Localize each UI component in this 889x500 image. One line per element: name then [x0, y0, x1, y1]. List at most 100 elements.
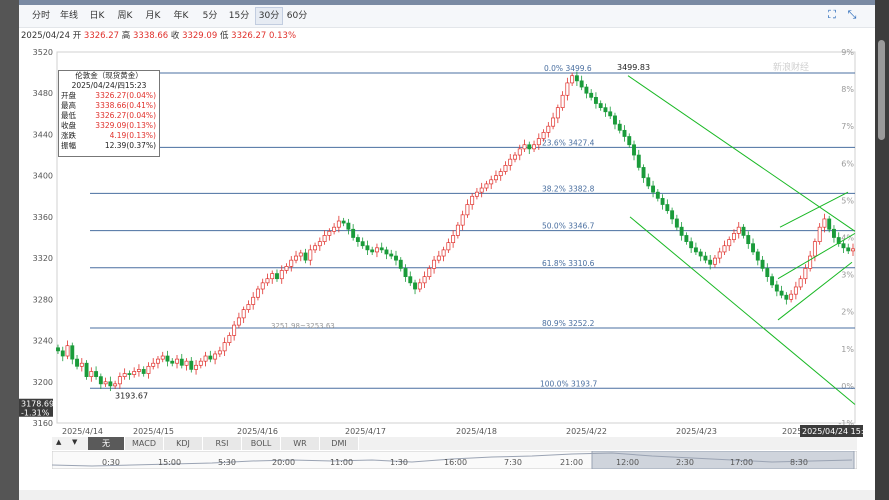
y-tick-label: 3480: [33, 89, 53, 98]
candle-body: [832, 228, 836, 238]
y-tick-label: 3240: [33, 337, 53, 346]
pct-tick-label: 0%: [841, 382, 854, 391]
candle-body: [632, 144, 636, 156]
candle-body: [89, 371, 94, 377]
candle-body: [755, 251, 760, 261]
y-tick-label: 3440: [33, 130, 53, 139]
candle-body: [56, 347, 60, 352]
candle-body: [108, 381, 113, 387]
info-row-label: 最高: [61, 101, 76, 110]
candle-body: [336, 220, 341, 228]
candle-body: [403, 268, 408, 278]
candle-body: [674, 218, 679, 228]
candle-body: [370, 249, 375, 253]
indicator-rsi[interactable]: RSI: [203, 437, 242, 450]
indicator-wr[interactable]: WR: [281, 437, 320, 450]
candle-body: [565, 82, 570, 96]
candle-body: [351, 228, 356, 238]
nav-time-label: 7:30: [504, 458, 522, 467]
candle-body: [646, 177, 651, 187]
candle-body: [789, 293, 794, 300]
bottom-band: [19, 490, 875, 500]
cursor-y-pct: -1.31%: [21, 409, 50, 418]
candle-body: [489, 179, 494, 185]
candle-body: [65, 345, 70, 357]
indicator-kdj[interactable]: KDJ: [164, 437, 203, 450]
arrow-up-icon[interactable]: ▲: [56, 438, 61, 446]
candle-body: [151, 362, 156, 367]
candle-body: [251, 296, 256, 305]
candle-body: [189, 360, 194, 370]
candle-body: [317, 241, 322, 247]
info-row-value: 4.19(0.13%): [109, 131, 156, 140]
candle-body: [665, 204, 670, 212]
fib-level-label: 50.0% 3346.7: [542, 222, 595, 231]
cursor-x-label: 2025/04/24 15:23: [802, 427, 874, 436]
y-tick-label: 3520: [33, 48, 53, 57]
candle-body: [384, 249, 389, 255]
candle-body: [417, 282, 422, 290]
candle-body: [746, 235, 751, 245]
candle-body: [779, 290, 784, 296]
info-row: 收盘 3329.09(0.13%): [59, 121, 159, 131]
candle-body: [465, 204, 470, 216]
candle-body: [522, 144, 527, 150]
indicator-boll[interactable]: BOLL: [242, 437, 281, 450]
info-row-label: 振幅: [61, 141, 76, 150]
candle-body: [179, 358, 184, 366]
candle-body: [322, 235, 327, 242]
candle-body: [622, 129, 627, 137]
candle-body: [365, 245, 370, 251]
candle-body: [294, 255, 298, 261]
candle-body: [289, 259, 294, 267]
fib-level-label: 23.6% 3427.4: [542, 138, 595, 147]
y-tick-label: 3280: [33, 295, 53, 304]
candle-body: [455, 224, 460, 236]
indicator-macd[interactable]: MACD: [125, 437, 164, 450]
nav-time-label: 1:30: [390, 458, 408, 467]
candle-body: [608, 111, 613, 117]
candle-body: [774, 284, 779, 292]
cursor-y-label: 3178.69: [21, 400, 54, 409]
info-row: 最高 3338.66(0.41%): [59, 101, 159, 111]
candle-body: [94, 371, 99, 377]
fib-level-label: 0.0% 3499.6: [544, 64, 592, 73]
candle-body: [141, 369, 146, 374]
info-box: 伦敦金（现货黄金） 2025/04/24/四15:23 开盘 3326.27(0.…: [58, 70, 160, 157]
candle-body: [532, 144, 536, 150]
info-row-value: 3326.27(0.04%): [95, 91, 156, 100]
low-marker: 3193.67: [115, 391, 148, 400]
candle-body: [536, 138, 541, 146]
candle-body: [408, 276, 413, 284]
candle-body: [70, 345, 75, 360]
nav-time-label: 20:00: [272, 458, 296, 467]
chart-window: 分时 年线 日K 周K 月K 年K 5分 15分 30分 60分 ⛶ ⤡ 202…: [0, 0, 889, 500]
y-tick-label: 3360: [33, 213, 53, 222]
nav-time-label: 15:00: [158, 458, 182, 467]
candle-body: [627, 136, 632, 146]
candle-body: [236, 317, 241, 326]
candle-body: [603, 107, 608, 113]
candle-body: [822, 218, 827, 228]
indicator-dmi[interactable]: DMI: [320, 437, 359, 450]
candle-body: [660, 197, 665, 205]
indicator-none[interactable]: 无: [88, 437, 125, 450]
x-tick-label: 2025/4/17: [345, 427, 386, 436]
candle-body: [841, 243, 846, 249]
candle-body: [741, 226, 746, 236]
candle-body: [265, 278, 270, 284]
info-row-value: 12.39(0.37%): [104, 141, 156, 150]
candle-body: [812, 241, 817, 257]
info-datetime: 2025/04/24/四15:23: [71, 81, 147, 90]
candle-body: [175, 358, 179, 364]
candle-body: [208, 355, 213, 360]
candle-body: [570, 75, 575, 84]
candle-body: [722, 245, 727, 253]
watermark: 新浪财经: [773, 61, 809, 73]
arrow-down-icon[interactable]: ▼: [72, 438, 77, 446]
candle-body: [727, 239, 732, 247]
x-tick-label: 2025/4/15: [133, 427, 174, 436]
candle-body: [551, 117, 556, 127]
candle-body: [232, 324, 237, 336]
info-row-label: 开盘: [61, 91, 76, 100]
